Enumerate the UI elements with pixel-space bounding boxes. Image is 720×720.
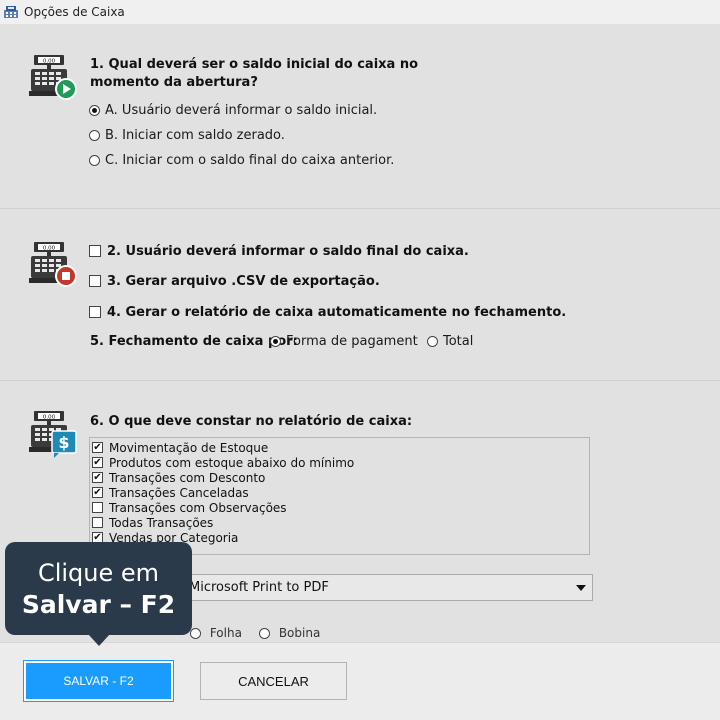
radio-selected[interactable] (89, 104, 100, 116)
cash-register-play-icon: 0.00 (29, 55, 77, 100)
hint-tooltip: Clique em Salvar – F2 (5, 542, 192, 635)
tooltip-line-1: Clique em (37, 559, 160, 587)
option-user-informs-initial[interactable]: A. Usuário deverá informar o saldo inici… (89, 101, 377, 119)
option-label: Forma de pagamento (286, 333, 418, 349)
check-label: 3. Gerar arquivo .CSV de exportação. (107, 273, 380, 289)
checkbox[interactable]: ✔ (92, 472, 103, 483)
printer-select-value: Microsoft Print to PDF (189, 580, 329, 595)
svg-text:0.00: 0.00 (43, 415, 56, 421)
closing-by-label: 5. Fechamento de caixa por: (90, 333, 298, 349)
paper-option-sheet[interactable]: Folha (190, 626, 242, 642)
list-item-label: Transações com Observações (109, 500, 287, 515)
checkbox[interactable] (92, 502, 103, 513)
svg-text:$: $ (58, 433, 69, 452)
checkbox[interactable] (89, 275, 101, 287)
cancel-button[interactable]: CANCELAR (200, 662, 347, 700)
check-generate-csv[interactable]: 3. Gerar arquivo .CSV de exportação. (89, 272, 380, 290)
option-start-previous-balance[interactable]: C. Iniciar com o saldo final do caixa an… (89, 151, 394, 169)
question-1-label: 1. Qual deverá ser o saldo inicial do ca… (90, 57, 419, 90)
check-label: 4. Gerar o relatório de caixa automatica… (107, 304, 567, 320)
option-label: C. Iniciar com o saldo final do caixa an… (105, 152, 395, 168)
list-item-label: Produtos com estoque abaixo do mínimo (109, 455, 355, 470)
option-label: B. Iniciar com saldo zerado. (105, 127, 285, 143)
list-item-canceled[interactable]: ✔ Transações Canceladas (92, 485, 249, 500)
checkbox[interactable] (89, 245, 101, 257)
chevron-down-icon[interactable] (576, 584, 586, 591)
checkbox[interactable]: ✔ (92, 442, 103, 453)
tooltip-pointer (88, 634, 110, 646)
report-items-list[interactable]: ✔ Movimentação de Estoque ✔ Produtos com… (89, 437, 590, 555)
list-item-label: Todas Transações (109, 515, 214, 530)
window-title: Opções de Caixa (24, 5, 125, 19)
section-divider (0, 380, 720, 381)
radio-unselected[interactable] (427, 335, 438, 347)
list-item-observations[interactable]: Transações com Observações (92, 500, 287, 515)
radio-unselected[interactable] (89, 129, 100, 141)
check-label: 2. Usuário deverá informar o saldo final… (107, 243, 469, 259)
radio-unselected[interactable] (190, 628, 201, 639)
tooltip-line-2: Salvar – F2 (21, 590, 176, 619)
paper-option-roll[interactable]: Bobina (259, 626, 320, 642)
list-item-label: Transações Canceladas (109, 485, 249, 500)
option-closing-by-total[interactable]: Total (427, 332, 473, 350)
list-item-discount[interactable]: ✔ Transações com Desconto (92, 470, 265, 485)
list-item-low-stock[interactable]: ✔ Produtos com estoque abaixo do mínimo (92, 455, 354, 470)
radio-unselected[interactable] (89, 154, 100, 166)
title-bar: Opções de Caixa (0, 0, 720, 24)
cash-register-app-icon (4, 6, 18, 18)
list-item-label: Transações com Desconto (109, 470, 266, 485)
option-label: A. Usuário deverá informar o saldo inici… (105, 102, 378, 118)
cash-register-stop-icon: 0.00 (29, 242, 77, 287)
option-closing-by-payment[interactable]: Forma de pagamento (270, 332, 418, 350)
check-auto-report[interactable]: 4. Gerar o relatório de caixa automatica… (89, 303, 566, 321)
cash-register-dollar-icon: 0.00 $ (29, 411, 77, 458)
printer-select[interactable]: Microsoft Print to PDF (180, 574, 593, 601)
radio-selected[interactable] (270, 335, 281, 347)
option-start-zero[interactable]: B. Iniciar com saldo zerado. (89, 126, 285, 144)
checkbox[interactable] (92, 517, 103, 528)
list-item-stock-movement[interactable]: ✔ Movimentação de Estoque (92, 440, 268, 455)
checkbox[interactable] (89, 306, 101, 318)
radio-unselected[interactable] (259, 628, 270, 639)
checkbox[interactable]: ✔ (92, 487, 103, 498)
checkbox[interactable]: ✔ (92, 457, 103, 468)
svg-text:0.00: 0.00 (43, 246, 56, 252)
check-user-informs-final[interactable]: 2. Usuário deverá informar o saldo final… (89, 242, 469, 260)
list-item-label: Movimentação de Estoque (109, 440, 269, 455)
svg-text:0.00: 0.00 (43, 59, 56, 65)
save-button[interactable]: SALVAR - F2 (24, 661, 173, 701)
section-divider (0, 208, 720, 209)
option-label: Total (443, 333, 474, 349)
question-6-label: 6. O que deve constar no relatório de ca… (90, 414, 413, 429)
list-item-all-transactions[interactable]: Todas Transações (92, 515, 213, 530)
